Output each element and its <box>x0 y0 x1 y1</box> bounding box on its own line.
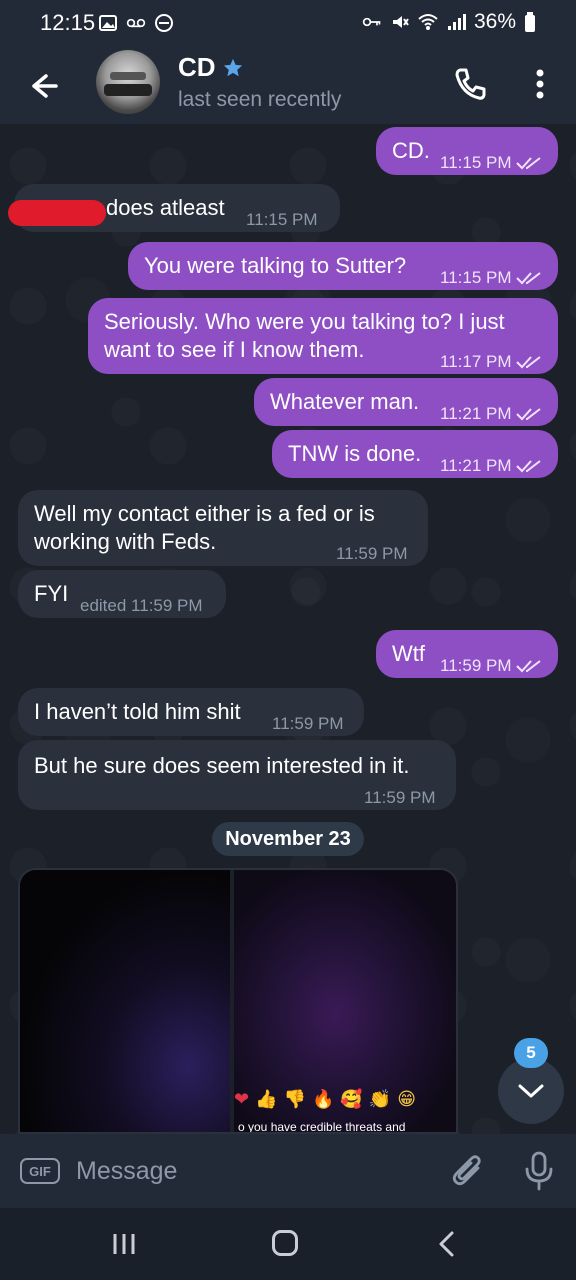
media-album[interactable]: ❤ 👍 👎 🔥 🥰 👏 😁 o you have credible threat… <box>18 868 458 1134</box>
message-time: 11:59 PM <box>336 544 408 563</box>
recent-apps-icon[interactable] <box>110 1230 138 1258</box>
reaction-fire: 🔥 <box>311 1088 335 1109</box>
double-check-icon <box>515 157 541 170</box>
message-text: But he sure does seem interested in it. <box>34 753 410 778</box>
message-text: I haven’t told him shit <box>34 699 241 724</box>
message-text: Whatever man. <box>270 389 420 414</box>
message-text-line2: want to see if I know them. <box>104 337 365 362</box>
gif-button[interactable]: GIF <box>20 1158 60 1184</box>
message-time: 11:17 PM <box>440 352 512 371</box>
chat-area[interactable]: CD. 11:15 PM does atleast 11:15 PM You w… <box>0 124 576 1134</box>
reaction-clap: 👏 <box>368 1088 392 1109</box>
message-meta: 11:59 PM <box>336 540 408 568</box>
reaction-grin: 😁 <box>397 1088 416 1109</box>
message-meta: 11:59 PM <box>440 652 542 680</box>
back-arrow-icon[interactable] <box>24 66 64 106</box>
date-separator: November 23 <box>212 822 364 856</box>
message-text: does atleast <box>106 195 225 220</box>
message-text-line1: Well my contact either is a fed or is <box>34 501 375 526</box>
do-not-disturb-icon <box>155 14 173 32</box>
message-incoming[interactable]: But he sure does seem interested in it. … <box>18 740 456 810</box>
message-time: 11:15 PM <box>246 210 318 229</box>
double-check-icon <box>515 356 541 369</box>
paperclip-icon[interactable] <box>450 1152 486 1190</box>
message-text-line1: Seriously. Who were you talking to? I ju… <box>104 309 505 334</box>
microphone-icon[interactable] <box>520 1150 558 1192</box>
message-incoming[interactable]: Well my contact either is a fed or is wo… <box>18 490 428 566</box>
message-time: 11:21 PM <box>440 404 512 423</box>
reaction-heart: ❤ <box>234 1088 250 1109</box>
star-icon <box>223 58 242 76</box>
message-text-line2: working with Feds. <box>34 529 217 554</box>
reaction-love: 🥰 <box>340 1088 363 1109</box>
battery-percent: 36% <box>473 10 516 33</box>
message-outgoing[interactable]: TNW is done. 11:21 PM <box>272 430 558 478</box>
redaction-mark <box>8 200 106 226</box>
message-text: Wtf <box>392 641 425 666</box>
message-incoming[interactable]: FYI edited 11:59 PM <box>18 570 226 618</box>
message-text: FYI <box>34 581 69 606</box>
message-time: 11:15 PM <box>440 268 512 287</box>
message-outgoing[interactable]: Whatever man. 11:21 PM <box>254 378 558 426</box>
reaction-thumbs-up: 👍 <box>255 1088 278 1109</box>
message-meta: 11:17 PM <box>440 348 542 376</box>
gallery-icon <box>99 15 117 31</box>
message-meta: 11:21 PM <box>440 452 542 480</box>
nav-back-icon[interactable] <box>436 1230 458 1258</box>
double-check-icon <box>515 272 541 285</box>
signal-icon <box>447 14 466 30</box>
status-right-icons: 36% <box>362 10 536 34</box>
status-left-icons <box>98 13 174 33</box>
message-time: 11:21 PM <box>440 456 512 475</box>
mute-icon <box>392 16 409 28</box>
message-meta: 11:59 PM <box>364 784 436 812</box>
double-check-icon <box>515 408 541 421</box>
status-time: 12:15 <box>40 10 96 35</box>
message-meta: 11:59 PM <box>272 710 344 738</box>
message-time: 11:59 PM <box>440 656 512 675</box>
message-time: 11:59 PM <box>364 788 436 807</box>
message-meta: 11:21 PM <box>440 400 542 428</box>
chevron-down-icon <box>518 1084 544 1098</box>
message-outgoing[interactable]: CD. 11:15 PM <box>376 127 558 175</box>
chat-header: CD last seen recently <box>0 48 576 124</box>
message-outgoing[interactable]: Wtf 11:59 PM <box>376 630 558 678</box>
more-options-icon[interactable] <box>524 64 556 104</box>
avatar[interactable] <box>96 50 160 114</box>
reaction-thumbs-down: 👎 <box>283 1088 306 1109</box>
message-meta: edited 11:59 PM <box>80 592 203 620</box>
contact-name[interactable]: CD <box>178 52 216 83</box>
media-photo-1[interactable] <box>20 870 230 1132</box>
double-check-icon <box>515 460 541 473</box>
message-incoming[interactable]: I haven’t told him shit 11:59 PM <box>18 688 364 736</box>
message-outgoing[interactable]: Seriously. Who were you talking to? I ju… <box>88 298 558 374</box>
double-check-icon <box>515 660 541 673</box>
message-text: You were talking to Sutter? <box>144 253 407 278</box>
phone-icon[interactable] <box>450 64 490 104</box>
wifi-icon <box>418 14 438 30</box>
reaction-bar: ❤ 👍 👎 🔥 🥰 👏 😁 <box>234 1086 456 1112</box>
unread-badge: 5 <box>514 1038 548 1068</box>
status-bar: 12:15 36% <box>0 0 576 48</box>
key-icon <box>362 17 381 27</box>
message-outgoing[interactable]: You were talking to Sutter? 11:15 PM <box>128 242 558 290</box>
battery-icon <box>525 12 535 32</box>
message-time: edited 11:59 PM <box>80 596 203 615</box>
message-input[interactable] <box>76 1154 416 1188</box>
contact-status: last seen recently <box>178 88 342 111</box>
message-text: TNW is done. <box>288 441 422 466</box>
message-time: 11:15 PM <box>440 153 512 172</box>
message-meta: 11:15 PM <box>440 264 542 292</box>
contact-name-row[interactable]: CD <box>178 52 244 83</box>
message-meta: 11:15 PM <box>246 206 318 234</box>
message-text: CD. <box>392 138 430 163</box>
home-button[interactable] <box>272 1230 298 1256</box>
message-meta: 11:15 PM <box>440 149 542 177</box>
system-nav-bar <box>0 1208 576 1280</box>
voicemail-icon <box>126 18 146 28</box>
message-time: 11:59 PM <box>272 714 344 733</box>
message-input-bar: GIF <box>0 1134 576 1208</box>
media-caption: o you have credible threats and <box>238 1120 406 1134</box>
